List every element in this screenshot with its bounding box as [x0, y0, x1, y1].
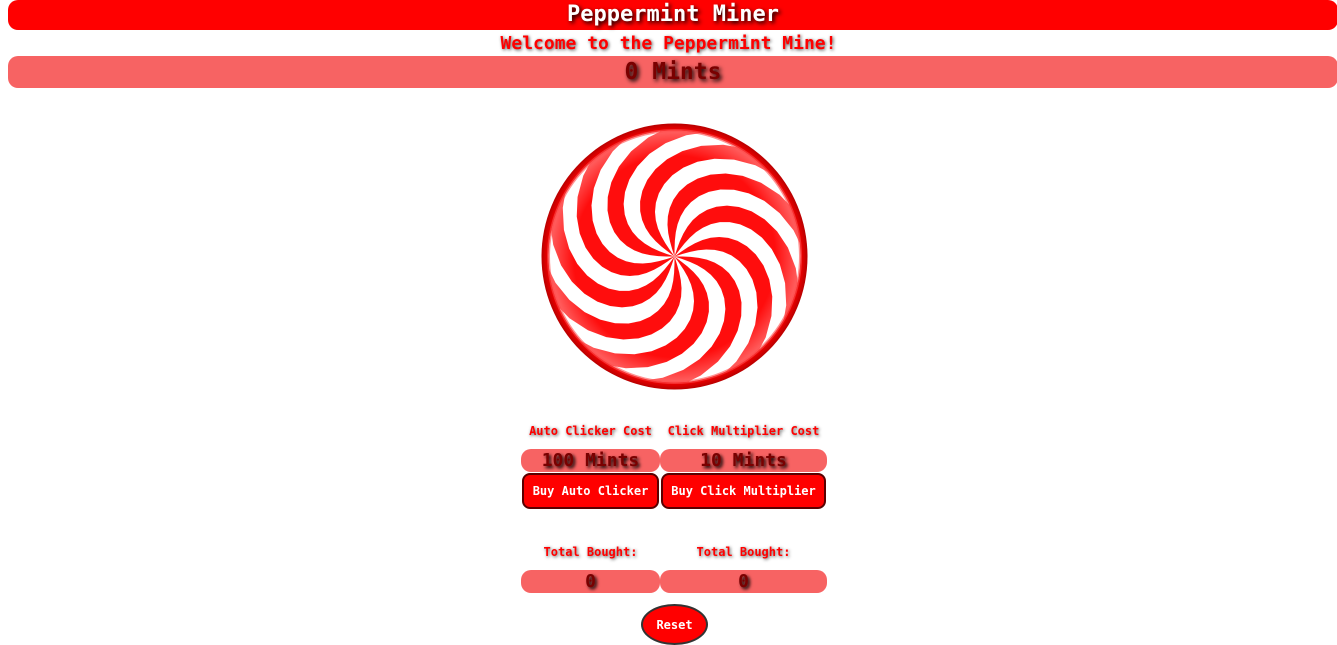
buy-auto-clicker-button[interactable]: Buy Auto Clicker	[522, 473, 659, 509]
buy-click-multiplier-button[interactable]: Buy Click Multiplier	[661, 473, 826, 509]
game-title: Peppermint Miner	[8, 0, 1337, 30]
peppermint-candy-icon	[541, 123, 808, 390]
peppermint-candy-button[interactable]	[541, 123, 808, 390]
auto-clicker-cost-label: Auto Clicker Cost	[529, 424, 652, 438]
auto-clicker-cost-value: 100 Mints	[521, 449, 660, 472]
mint-counter: 0 Mints	[8, 56, 1337, 88]
click-multiplier-cost-value: 10 Mints	[660, 449, 827, 472]
welcome-message: Welcome to the Peppermint Mine!	[500, 33, 837, 54]
reset-button[interactable]: Reset	[641, 604, 708, 645]
auto-clicker-bought-label: Total Bought:	[543, 545, 638, 559]
click-multiplier-cost-label: Click Multiplier Cost	[667, 424, 820, 438]
click-multiplier-bought-label: Total Bought:	[696, 545, 791, 559]
click-multiplier-bought-value: 0	[660, 570, 827, 593]
auto-clicker-bought-value: 0	[521, 570, 660, 593]
